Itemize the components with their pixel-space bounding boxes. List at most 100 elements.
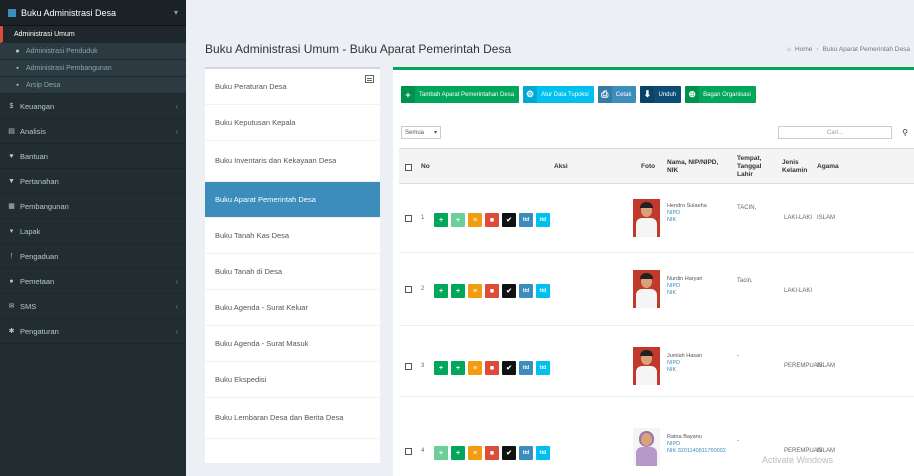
sidebar-item-sms[interactable]: ✉ SMS ‹ (0, 294, 186, 319)
print-button[interactable]: ⎙ Cetak (597, 86, 637, 103)
gear-icon: ✱ (8, 327, 15, 335)
book-menu-item-peraturan[interactable]: Buku Peraturan Desa (205, 69, 380, 105)
sidebar-item-label: Pertanahan (20, 176, 59, 186)
sign-button[interactable]: ttd (519, 284, 533, 298)
book-menu: Buku Peraturan Desa Buku Keputusan Kepal… (205, 67, 380, 463)
status-filter-select[interactable]: Semua ▾ (401, 126, 441, 139)
staff-birth: - (737, 353, 739, 359)
sidebar-item-bantuan[interactable]: ♥ Bantuan (0, 144, 186, 169)
delete-button[interactable]: ■ (485, 213, 499, 227)
book-icon (8, 8, 16, 17)
move-down-button[interactable]: + (451, 213, 465, 227)
delete-button[interactable]: ■ (485, 446, 499, 460)
sidebar: Buku Administrasi Desa ▾ Administrasi Um… (0, 0, 186, 476)
avatar[interactable] (633, 428, 660, 466)
book-menu-item-lembaran[interactable]: Buku Lembaran Desa dan Berita Desa (205, 398, 380, 439)
edit-button[interactable]: ≡ (468, 446, 482, 460)
search-icon[interactable]: ⚲ (896, 126, 914, 139)
book-menu-item-aparat[interactable]: Buku Aparat Pemerintah Desa (205, 182, 380, 218)
menu-toggle-icon[interactable] (365, 75, 374, 83)
sidebar-item-lapak[interactable]: ▾ Lapak (0, 219, 186, 244)
breadcrumb-home-link[interactable]: Home (795, 46, 812, 53)
edit-button[interactable]: ≡ (468, 361, 482, 375)
col-header-ttl[interactable]: Tempat, Tanggal Lahir (737, 149, 777, 185)
book-menu-item-surat-masuk[interactable]: Buku Agenda - Surat Masuk (205, 326, 380, 362)
sidebar-subitem-label: Administrasi Umum (14, 30, 75, 38)
col-header-jenis-kelamin[interactable]: Jenis Kelamin (782, 149, 812, 185)
sidebar-item-pengaduan[interactable]: ! Pengaduan (0, 244, 186, 269)
move-down-button[interactable]: + (451, 446, 465, 460)
col-header-no[interactable]: No (421, 149, 430, 185)
activate-button[interactable]: ✔ (502, 284, 516, 298)
sidebar-item-buku-administrasi-desa[interactable]: Buku Administrasi Desa ▾ (0, 0, 186, 26)
sidebar-subitem-administrasi-penduduk[interactable]: ● Administrasi Penduduk (0, 43, 186, 60)
download-button[interactable]: ⬇ Unduh (640, 86, 682, 103)
sidebar-item-keuangan[interactable]: $ Keuangan ‹ (0, 94, 186, 119)
row-checkbox[interactable] (405, 215, 412, 222)
edit-button[interactable]: ≡ (468, 284, 482, 298)
org-chart-button[interactable]: ⊕ Bagan Organisasi (685, 86, 756, 103)
gear-icon: ⚙ (523, 86, 538, 103)
row-number: 3 (421, 363, 425, 369)
chevron-left-icon: ‹ (175, 276, 178, 286)
activate-button[interactable]: ✔ (502, 213, 516, 227)
delete-button[interactable]: ■ (485, 361, 499, 375)
page-title: Buku Administrasi Umum - Buku Aparat Pem… (205, 42, 512, 56)
sidebar-item-pembangunan[interactable]: ▦ Pembangunan (0, 194, 186, 219)
sidebar-item-pemetaan[interactable]: ● Pemetaan ‹ (0, 269, 186, 294)
staff-gender: LAKI-LAKI (784, 288, 813, 294)
table-header: No Aksi Foto Nama, NIP/NIPD, NIK Tempat,… (399, 148, 914, 184)
row-checkbox[interactable] (405, 363, 412, 370)
download-icon: ⬇ (640, 86, 655, 103)
search-input[interactable]: Cari... (778, 126, 892, 139)
sidebar-subitem-arsip-desa[interactable]: ▪ Arsip Desa (0, 77, 186, 94)
avatar[interactable] (633, 347, 660, 385)
row-checkbox[interactable] (405, 448, 412, 455)
staff-name-cell: Ratna Bayanu NIPD NIK 3201140811760002 (667, 434, 726, 455)
sign-alt-button[interactable]: ttd (536, 446, 550, 460)
sign-alt-button[interactable]: ttd (536, 284, 550, 298)
move-up-button[interactable]: + (434, 446, 448, 460)
sidebar-item-pertanahan[interactable]: ▼ Pertanahan (0, 169, 186, 194)
staff-name-cell: Hendro Sulaeha NIPD NIK (667, 203, 707, 224)
sidebar-subitem-label: Administrasi Penduduk (26, 47, 98, 55)
move-up-button[interactable]: + (434, 284, 448, 298)
sidebar-item-analisis[interactable]: ▤ Analisis ‹ (0, 119, 186, 144)
avatar[interactable] (633, 199, 660, 237)
select-all-checkbox[interactable] (405, 149, 412, 185)
col-header-agama[interactable]: Agama (817, 149, 839, 185)
edit-button[interactable]: ≡ (468, 213, 482, 227)
sign-alt-button[interactable]: ttd (536, 213, 550, 227)
tupoksi-label: Atur Data Tupoksi (541, 91, 589, 98)
book-menu-item-inventaris[interactable]: Buku Inventaris dan Kekayaan Desa (205, 141, 380, 182)
delete-button[interactable]: ■ (485, 284, 499, 298)
book-menu-item-tanah-kas[interactable]: Buku Tanah Kas Desa (205, 218, 380, 254)
sign-button[interactable]: ttd (519, 446, 533, 460)
sign-alt-button[interactable]: ttd (536, 361, 550, 375)
sign-button[interactable]: ttd (519, 361, 533, 375)
staff-nipd: NIPD (667, 210, 681, 216)
move-down-button[interactable]: + (451, 284, 465, 298)
sidebar-item-label: Pemetaan (20, 276, 55, 286)
book-menu-item-tanah-desa[interactable]: Buku Tanah di Desa (205, 254, 380, 290)
activate-button[interactable]: ✔ (502, 361, 516, 375)
row-checkbox[interactable] (405, 286, 412, 293)
checkbox-icon (405, 363, 412, 370)
book-menu-item-keputusan[interactable]: Buku Keputusan Kepala (205, 105, 380, 141)
move-up-button[interactable]: + (434, 361, 448, 375)
add-aparat-button[interactable]: + Tambah Aparat Pemerintahan Desa (401, 86, 520, 103)
chevron-down-icon: ▾ (433, 130, 437, 136)
book-menu-item-ekspedisi[interactable]: Buku Ekspedisi (205, 362, 380, 398)
staff-name: Nurdin Haryari (667, 276, 703, 282)
book-menu-item-surat-keluar[interactable]: Buku Agenda - Surat Keluar (205, 290, 380, 326)
sidebar-item-pengaturan[interactable]: ✱ Pengaturan ‹ (0, 319, 186, 344)
sidebar-subitem-administrasi-umum[interactable]: Administrasi Umum (0, 26, 186, 43)
move-down-button[interactable]: + (451, 361, 465, 375)
sign-button[interactable]: ttd (519, 213, 533, 227)
col-header-nama[interactable]: Nama, NIP/NIPD, NIK (667, 149, 727, 185)
sidebar-subitem-administrasi-pembangunan[interactable]: ▪ Administrasi Pembangunan (0, 60, 186, 77)
tupoksi-button[interactable]: ⚙ Atur Data Tupoksi (523, 86, 594, 103)
avatar[interactable] (633, 270, 660, 308)
move-up-button[interactable]: + (434, 213, 448, 227)
activate-button[interactable]: ✔ (502, 446, 516, 460)
